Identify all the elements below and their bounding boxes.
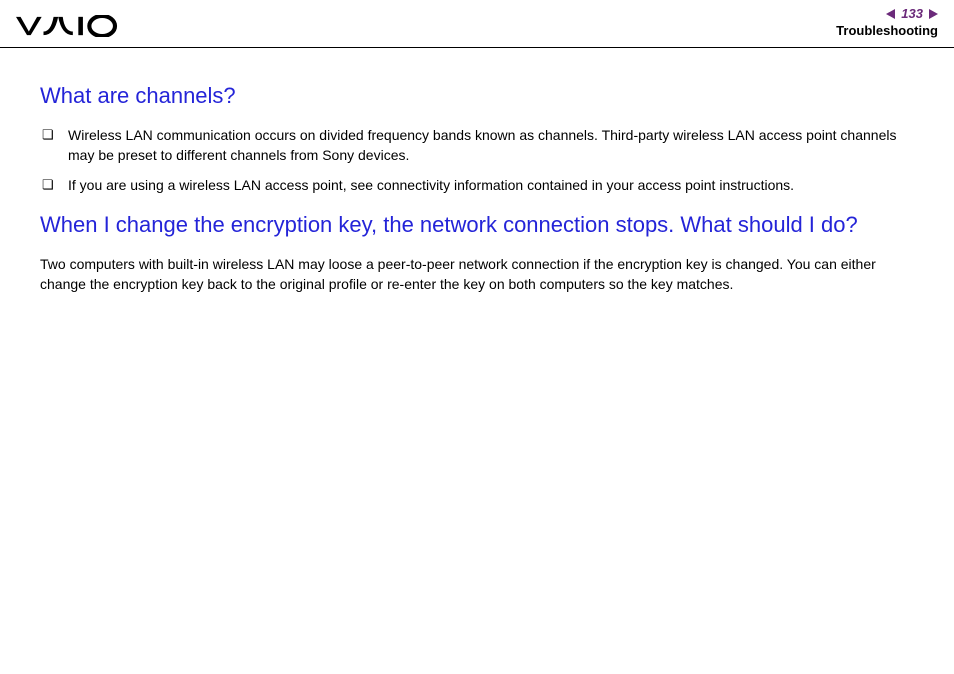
question-heading-channels: What are channels? xyxy=(40,82,914,111)
vaio-logo xyxy=(16,12,126,44)
list-item: If you are using a wireless LAN access p… xyxy=(40,175,914,195)
page-header: 133 Troubleshooting xyxy=(0,0,954,48)
section-label: Troubleshooting xyxy=(836,23,938,38)
prev-page-arrow-icon[interactable] xyxy=(886,9,895,19)
list-item: Wireless LAN communication occurs on div… xyxy=(40,125,914,166)
question-heading-encryption: When I change the encryption key, the ne… xyxy=(40,211,914,240)
header-right: 133 Troubleshooting xyxy=(836,6,938,38)
page-navigation: 133 xyxy=(836,6,938,21)
page-number: 133 xyxy=(899,6,925,21)
body-text-encryption: Two computers with built-in wireless LAN… xyxy=(40,254,914,295)
page-content: What are channels? Wireless LAN communic… xyxy=(0,48,954,295)
next-page-arrow-icon[interactable] xyxy=(929,9,938,19)
bullet-list-channels: Wireless LAN communication occurs on div… xyxy=(40,125,914,196)
